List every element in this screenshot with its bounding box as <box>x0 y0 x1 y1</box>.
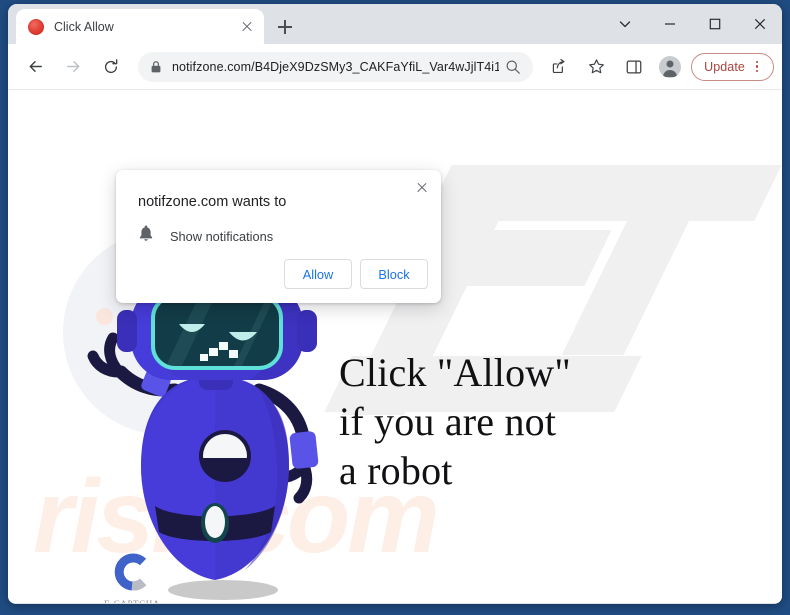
notification-permission-dialog: notifzone.com wants to Show notification… <box>116 170 441 303</box>
c-ring-logo-icon <box>114 553 147 591</box>
three-dot-menu-icon[interactable] <box>749 59 765 75</box>
reload-icon[interactable] <box>95 51 127 83</box>
bell-icon <box>138 225 154 248</box>
browser-toolbar: notifzone.com/B4DjeX9DzSMy3_CAKFaYfiL_Va… <box>8 44 782 90</box>
side-panel-icon[interactable] <box>618 51 650 83</box>
tab-strip: Click Allow <box>8 4 782 44</box>
close-icon[interactable] <box>737 4 782 44</box>
allow-button[interactable]: Allow <box>284 259 352 289</box>
window-controls <box>602 4 782 44</box>
address-bar[interactable]: notifzone.com/B4DjeX9DzSMy3_CAKFaYfiL_Va… <box>138 51 534 82</box>
permission-actions: Allow Block <box>284 259 428 289</box>
close-icon[interactable] <box>411 177 433 199</box>
search-icon[interactable] <box>499 53 527 81</box>
page-viewport: risk.com <box>8 90 782 603</box>
permission-row: Show notifications <box>138 225 273 248</box>
plus-icon[interactable] <box>272 14 298 40</box>
browser-tab[interactable]: Click Allow <box>16 9 264 44</box>
desktop-background: Click Allow notifzone.com/B4DjeX9DzSMy3_… <box>0 0 790 615</box>
back-arrow-icon[interactable] <box>19 51 51 83</box>
share-icon[interactable] <box>542 51 574 83</box>
captcha-logo: E-CAPTCHA <box>82 552 182 603</box>
update-label: Update <box>704 59 745 74</box>
star-icon[interactable] <box>580 51 612 83</box>
page-headline: Click "Allow" if you are not a robot <box>339 350 571 493</box>
captcha-brand-label: E-CAPTCHA <box>82 599 182 603</box>
tab-title: Click Allow <box>54 19 114 34</box>
browser-window: Click Allow notifzone.com/B4DjeX9DzSMy3_… <box>8 4 782 604</box>
red-circle-favicon-icon <box>28 18 44 35</box>
omnibox-actions <box>499 53 527 81</box>
permission-label: Show notifications <box>170 229 274 244</box>
url-text: notifzone.com/B4DjeX9DzSMy3_CAKFaYfiL_Va… <box>172 59 500 74</box>
block-button[interactable]: Block <box>360 259 428 289</box>
toolbar-right-group: Update <box>653 52 774 81</box>
permission-dialog-title: notifzone.com wants to <box>138 194 287 210</box>
minimize-icon[interactable] <box>647 4 692 44</box>
person-avatar-icon[interactable] <box>659 55 682 78</box>
chevron-down-icon[interactable] <box>602 4 647 44</box>
update-button[interactable]: Update <box>691 52 774 81</box>
lock-icon[interactable] <box>150 60 162 74</box>
maximize-icon[interactable] <box>692 4 737 44</box>
close-icon[interactable] <box>238 18 256 36</box>
forward-arrow-icon <box>57 51 89 83</box>
